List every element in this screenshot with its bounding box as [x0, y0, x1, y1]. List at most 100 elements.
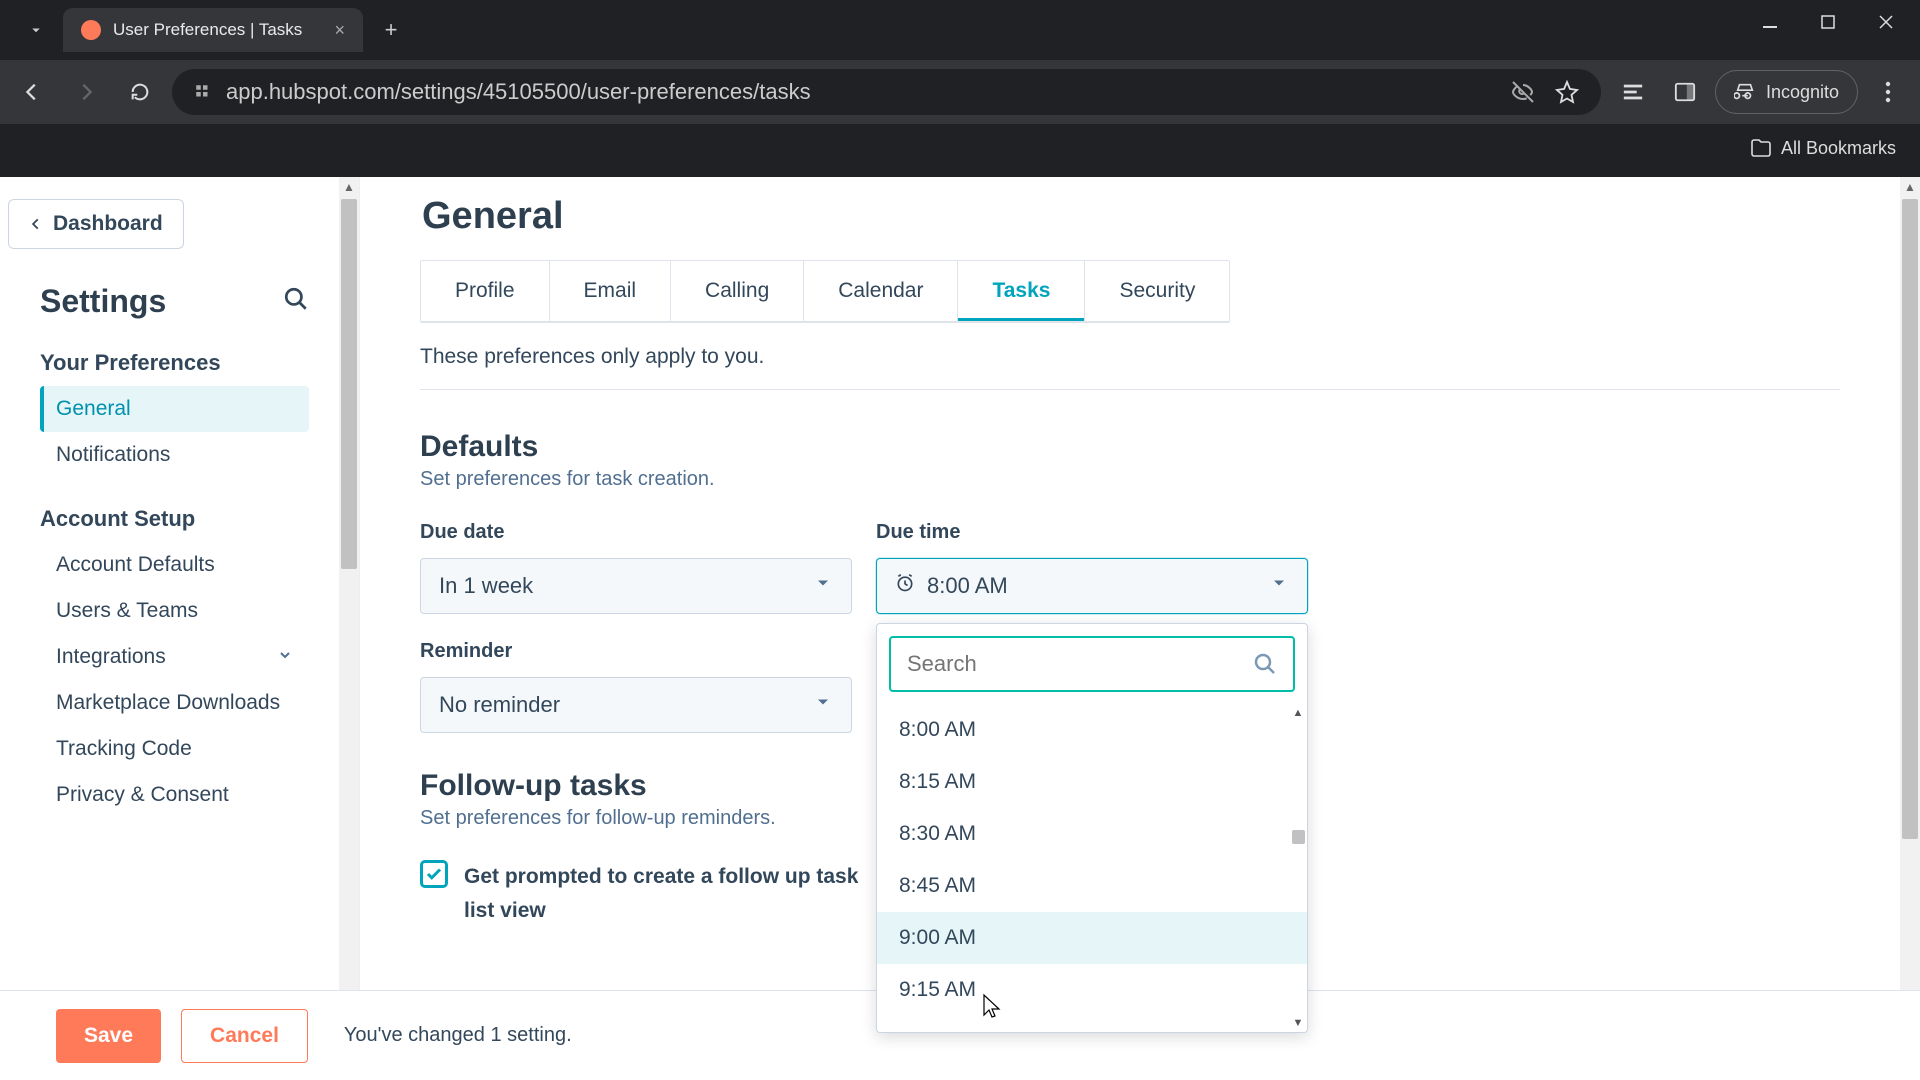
page-title: General	[422, 195, 1840, 238]
tab-bar: User Preferences | Tasks × +	[0, 0, 1920, 60]
settings-search-button[interactable]	[283, 286, 309, 317]
scroll-up-icon[interactable]: ▲	[339, 177, 359, 197]
dropdown-option[interactable]: 8:00 AM	[877, 704, 1307, 756]
due-time-label: Due time	[876, 521, 1308, 544]
scroll-thumb[interactable]	[1292, 830, 1305, 844]
defaults-title: Defaults	[420, 430, 1840, 464]
incognito-icon	[1734, 81, 1756, 103]
dropdown-scrollbar[interactable]: ▲ ▼	[1289, 704, 1307, 1032]
sidebar-group-your-preferences: Your Preferences	[40, 350, 309, 376]
reminder-label: Reminder	[420, 640, 852, 663]
window-controls	[1742, 0, 1914, 44]
caret-down-icon	[1269, 573, 1289, 599]
sidebar-scrollbar[interactable]: ▲ ▼	[339, 177, 359, 1080]
reminder-select[interactable]: No reminder	[420, 677, 852, 733]
tab-security[interactable]: Security	[1085, 261, 1229, 321]
url-field[interactable]: app.hubspot.com/settings/45105500/user-p…	[172, 69, 1601, 115]
search-icon	[1253, 652, 1277, 676]
tab-profile[interactable]: Profile	[421, 261, 550, 321]
close-window-button[interactable]	[1858, 0, 1914, 44]
tab-close-button[interactable]: ×	[334, 20, 345, 41]
scroll-up-icon[interactable]: ▲	[1900, 177, 1920, 197]
back-button[interactable]	[10, 70, 54, 114]
main-scrollbar[interactable]: ▲ ▼	[1900, 177, 1920, 1080]
defaults-subtitle: Set preferences for task creation.	[420, 468, 1840, 491]
new-tab-button[interactable]: +	[373, 12, 409, 48]
due-date-select[interactable]: In 1 week	[420, 558, 852, 614]
due-time-value: 8:00 AM	[927, 573, 1008, 599]
all-bookmarks-label: All Bookmarks	[1781, 138, 1896, 159]
incognito-badge[interactable]: Incognito	[1715, 70, 1858, 114]
due-date-label: Due date	[420, 521, 852, 544]
scroll-down-icon[interactable]: ▼	[1289, 1014, 1307, 1032]
eye-off-icon[interactable]	[1511, 80, 1535, 104]
due-date-value: In 1 week	[439, 573, 533, 599]
sidebar-item-privacy-consent[interactable]: Privacy & Consent	[40, 772, 309, 818]
back-to-dashboard-button[interactable]: Dashboard	[8, 199, 184, 249]
page-body: Dashboard Settings Your Preferences Gene…	[0, 177, 1920, 1080]
hubspot-favicon-icon	[81, 20, 101, 40]
tab-calendar[interactable]: Calendar	[804, 261, 958, 321]
save-button[interactable]: Save	[56, 1009, 161, 1063]
search-icon	[283, 286, 309, 312]
scroll-thumb[interactable]	[341, 199, 357, 569]
address-bar: app.hubspot.com/settings/45105500/user-p…	[0, 60, 1920, 124]
back-label: Dashboard	[53, 212, 163, 236]
followup-checkbox-label: Get prompted to create a follow up task …	[464, 860, 858, 927]
due-time-select[interactable]: 8:00 AM	[876, 558, 1308, 614]
main-content: General Profile Email Calling Calendar T…	[360, 177, 1920, 1080]
minimize-button[interactable]	[1742, 0, 1798, 44]
sidebar-group-account-setup: Account Setup	[40, 506, 309, 532]
dropdown-option[interactable]: 8:15 AM	[877, 756, 1307, 808]
sidebar-title: Settings	[40, 283, 166, 320]
dropdown-option[interactable]: 9:15 AM	[877, 964, 1307, 1002]
maximize-button[interactable]	[1800, 0, 1856, 44]
sidebar-item-account-defaults[interactable]: Account Defaults	[40, 542, 309, 588]
followup-checkbox[interactable]	[420, 860, 448, 888]
chevron-down-icon	[277, 645, 293, 669]
sidebar-item-notifications[interactable]: Notifications	[40, 432, 309, 478]
browser-tab[interactable]: User Preferences | Tasks ×	[63, 8, 363, 52]
sidebar-item-general[interactable]: General	[40, 386, 309, 432]
dropdown-search-field[interactable]	[889, 636, 1295, 692]
scroll-thumb[interactable]	[1902, 199, 1918, 839]
forward-button[interactable]	[64, 70, 108, 114]
folder-icon	[1751, 139, 1771, 157]
reload-button[interactable]	[118, 70, 162, 114]
site-info-icon[interactable]	[194, 83, 212, 101]
dropdown-list[interactable]: 8:00 AM 8:15 AM 8:30 AM 8:45 AM 9:00 AM …	[877, 704, 1307, 1004]
sidebar-item-tracking-code[interactable]: Tracking Code	[40, 726, 309, 772]
sidebar-item-users-teams[interactable]: Users & Teams	[40, 588, 309, 634]
settings-tabs: Profile Email Calling Calendar Tasks Sec…	[420, 260, 1230, 323]
caret-down-icon	[813, 692, 833, 718]
tab-tasks[interactable]: Tasks	[958, 261, 1085, 321]
tab-calling[interactable]: Calling	[671, 261, 804, 321]
chevron-left-icon	[29, 217, 43, 231]
tab-search-button[interactable]	[8, 21, 63, 39]
dropdown-option[interactable]: 8:30 AM	[877, 808, 1307, 860]
scroll-up-icon[interactable]: ▲	[1289, 704, 1307, 722]
caret-down-icon	[813, 573, 833, 599]
sidebar-item-integrations[interactable]: Integrations	[40, 634, 309, 680]
all-bookmarks-button[interactable]: All Bookmarks	[1751, 138, 1896, 159]
incognito-label: Incognito	[1766, 82, 1839, 103]
dropdown-search-input[interactable]	[907, 651, 1243, 677]
check-icon	[425, 865, 443, 883]
browser-chrome: User Preferences | Tasks × + app.hubspot…	[0, 0, 1920, 177]
cancel-button[interactable]: Cancel	[181, 1009, 308, 1063]
side-panel-icon[interactable]	[1663, 70, 1707, 114]
sidebar-item-marketplace-downloads[interactable]: Marketplace Downloads	[40, 680, 309, 726]
tab-email[interactable]: Email	[550, 261, 672, 321]
dropdown-option[interactable]: 8:45 AM	[877, 860, 1307, 912]
due-time-dropdown: 8:00 AM 8:15 AM 8:30 AM 8:45 AM 9:00 AM …	[876, 623, 1308, 1033]
media-control-icon[interactable]	[1611, 70, 1655, 114]
footer-message: You've changed 1 setting.	[344, 1024, 572, 1047]
bookmarks-bar: All Bookmarks	[0, 124, 1920, 172]
dropdown-option[interactable]: 9:00 AM	[877, 912, 1307, 964]
intro-text: These preferences only apply to you.	[420, 345, 1840, 369]
tab-title: User Preferences | Tasks	[113, 20, 302, 40]
url-text: app.hubspot.com/settings/45105500/user-p…	[226, 79, 811, 105]
settings-sidebar: Dashboard Settings Your Preferences Gene…	[0, 177, 360, 1080]
bookmark-star-icon[interactable]	[1555, 80, 1579, 104]
kebab-menu-button[interactable]	[1866, 70, 1910, 114]
